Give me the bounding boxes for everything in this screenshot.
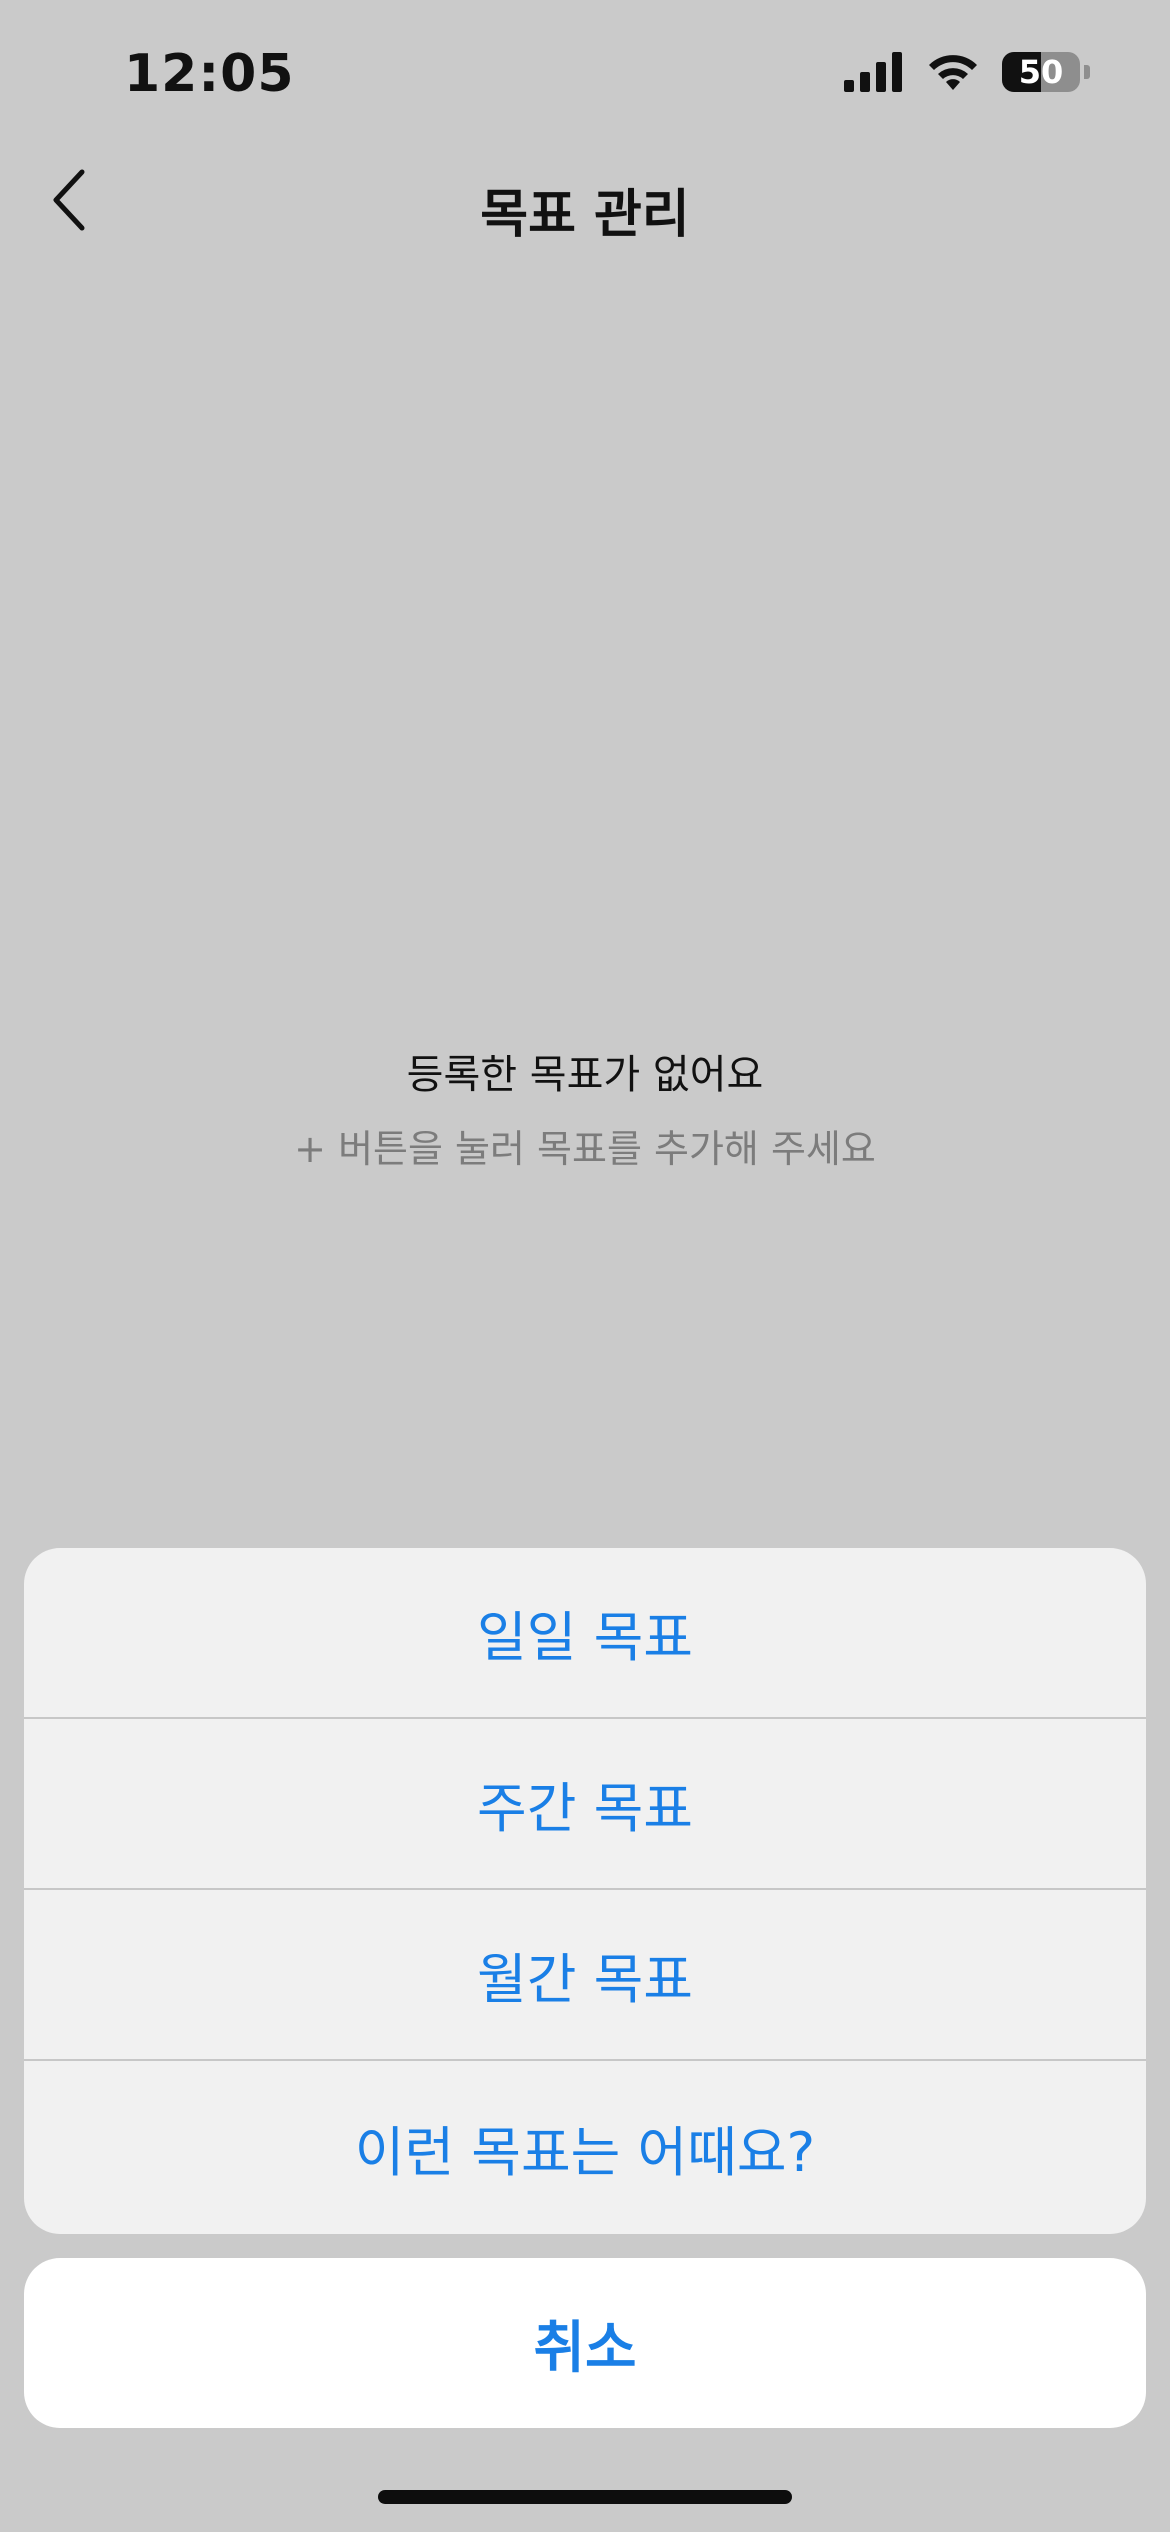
empty-state-title: 등록한 목표가 없어요 xyxy=(406,1052,764,1098)
action-sheet: 일일 목표 주간 목표 월간 목표 이런 목표는 어때요? xyxy=(24,1548,1146,2234)
battery-icon: 50 xyxy=(1002,52,1080,92)
battery-percent: 50 xyxy=(1018,53,1064,91)
screen: 12:05 50 목표 관리 등록한 목표가 없어요 + 버튼을 눌러 목표를 … xyxy=(0,0,1170,2532)
home-indicator[interactable] xyxy=(378,2490,792,2504)
wifi-icon xyxy=(929,55,977,90)
empty-state-subtitle: + 버튼을 눌러 목표를 추가해 주세요 xyxy=(294,1127,876,1171)
signal-icon xyxy=(844,52,902,92)
status-icons: 50 xyxy=(844,52,1090,92)
cancel-button[interactable]: 취소 xyxy=(24,2258,1146,2428)
action-monthly-goal[interactable]: 월간 목표 xyxy=(24,1890,1146,2061)
battery-cap xyxy=(1084,65,1090,79)
page-title: 목표 관리 xyxy=(480,185,690,245)
status-time: 12:05 xyxy=(124,44,295,104)
action-goal-suggestions[interactable]: 이런 목표는 어때요? xyxy=(24,2061,1146,2234)
action-daily-goal[interactable]: 일일 목표 xyxy=(24,1548,1146,1719)
action-weekly-goal[interactable]: 주간 목표 xyxy=(24,1719,1146,1890)
